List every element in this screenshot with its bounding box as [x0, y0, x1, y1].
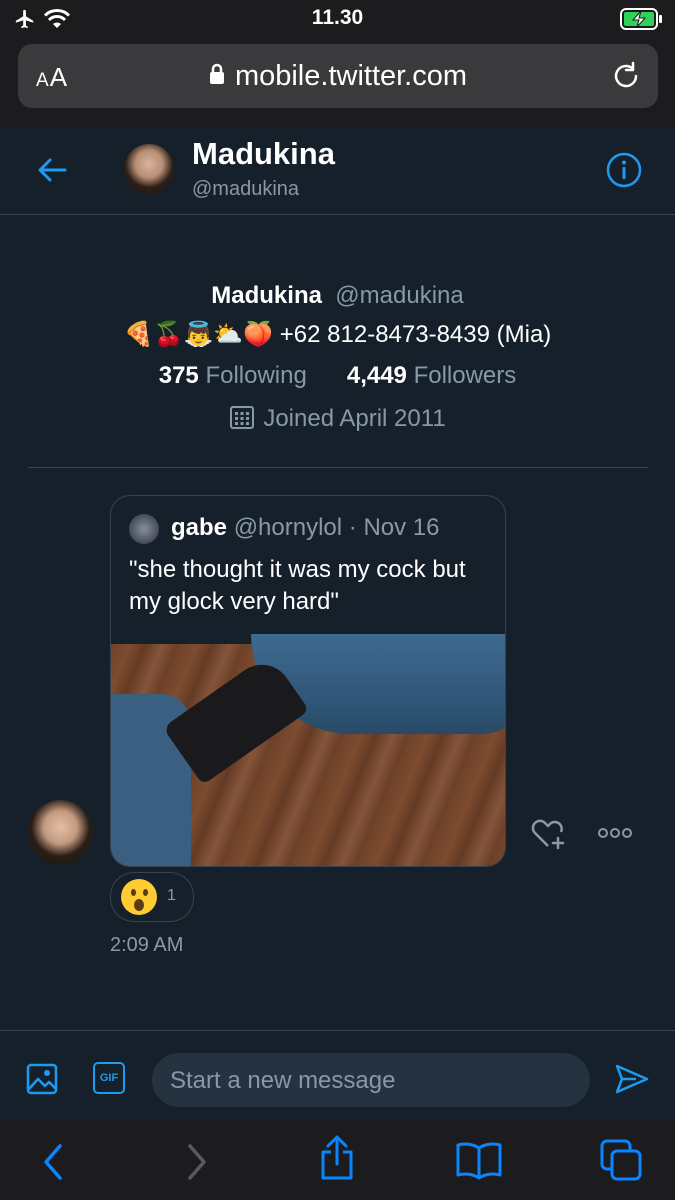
quoted-tweet-date: Nov 16	[363, 514, 440, 541]
quoted-author-avatar	[129, 514, 159, 544]
share-icon[interactable]	[318, 1134, 356, 1182]
divider	[28, 467, 648, 468]
browser-back-icon[interactable]	[40, 1142, 66, 1182]
header-name[interactable]: Madukina	[192, 136, 335, 172]
quoted-tweet-image[interactable]	[111, 634, 505, 866]
profile-handle: @madukina	[335, 282, 464, 309]
header-avatar[interactable]	[124, 144, 174, 194]
address-bar[interactable]: AA mobile.twitter.com	[18, 44, 658, 108]
gif-button[interactable]: GIF	[93, 1062, 125, 1094]
tabs-icon[interactable]	[599, 1138, 643, 1182]
quoted-author-handle: @hornylol	[233, 514, 343, 541]
status-time: 11.30	[311, 6, 364, 29]
message-sender-avatar[interactable]	[28, 800, 93, 865]
send-icon[interactable]	[614, 1063, 650, 1095]
quoted-tweet-card[interactable]: gabe @hornylol · Nov 16 "she thought it …	[110, 495, 506, 867]
message-input[interactable]: Start a new message	[152, 1053, 590, 1107]
header-handle: @madukina	[192, 178, 300, 200]
bookmarks-icon[interactable]	[455, 1140, 503, 1180]
profile-name[interactable]: Madukina	[211, 282, 322, 309]
reaction-count: 1	[167, 887, 176, 904]
follow-stats: 375 Following 4,449 Followers	[0, 362, 675, 390]
browser-forward-icon[interactable]	[184, 1142, 210, 1182]
image-icon[interactable]	[26, 1063, 58, 1095]
quoted-tweet-header: gabe @hornylol · Nov 16	[171, 514, 440, 541]
url-text: mobile.twitter.com	[234, 60, 468, 92]
info-icon[interactable]	[605, 151, 643, 189]
lock-icon	[209, 64, 224, 85]
browser-toolbar	[0, 1122, 675, 1200]
profile-bio: 🍕🍒👼⛅🍑 +62 812-8473-8439 (Mia)	[123, 321, 552, 348]
followers-link[interactable]: 4,449 Followers	[347, 362, 516, 389]
message-composer: GIF Start a new message	[0, 1030, 675, 1123]
reaction-pill[interactable]: 1	[110, 872, 194, 922]
url-display[interactable]: mobile.twitter.com	[18, 60, 658, 93]
status-bar: 11.30	[0, 0, 675, 40]
calendar-icon	[230, 405, 255, 429]
quoted-tweet-text: "she thought it was my cock but my glock…	[129, 556, 466, 615]
quoted-author-name: gabe	[171, 514, 228, 541]
message-input-placeholder: Start a new message	[170, 1067, 396, 1094]
joined-date: Joined April 2011	[0, 405, 675, 433]
back-arrow-icon[interactable]	[36, 154, 68, 186]
add-reaction-icon[interactable]	[530, 816, 568, 852]
conversation-header: Madukina @madukina	[0, 126, 675, 215]
browser-address-area: AA mobile.twitter.com	[0, 40, 675, 126]
following-link[interactable]: 375 Following	[159, 362, 307, 389]
more-options-icon[interactable]	[597, 826, 633, 840]
reload-icon[interactable]	[610, 60, 642, 92]
message-timestamp: 2:09 AM	[110, 934, 184, 956]
battery-charging-icon	[620, 8, 662, 30]
profile-name-row: Madukina @madukina	[0, 282, 675, 310]
astonished-face-icon	[121, 879, 157, 915]
